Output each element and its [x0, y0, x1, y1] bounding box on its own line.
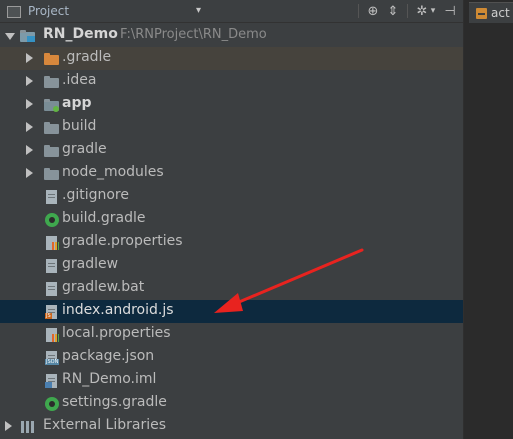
tree-row[interactable]: gradle — [0, 139, 463, 162]
tree-item-label: app — [62, 95, 92, 111]
activity-file-icon — [476, 7, 487, 19]
hide-panel-icon[interactable]: ⊣ — [442, 2, 458, 20]
project-tree: RN_Demo F:\RNProject\RN_Demo .gradle .id… — [0, 24, 463, 439]
tree-item-label: gradle.properties — [62, 233, 183, 249]
root-project-path: F:\RNProject\RN_Demo — [120, 27, 267, 42]
gradle-file-icon — [44, 212, 60, 228]
collapse-all-icon[interactable]: ⇕ — [385, 2, 401, 20]
view-dropdown-chevron-icon[interactable]: ▾ — [196, 5, 201, 16]
tree-item-label: RN_Demo.iml — [62, 371, 157, 387]
library-icon — [20, 419, 36, 435]
expand-arrow-icon[interactable] — [26, 76, 33, 86]
expand-arrow-icon[interactable] — [26, 99, 33, 109]
header-divider — [407, 4, 408, 18]
tree-row[interactable]: .gradle — [0, 47, 463, 70]
text-file-icon — [44, 281, 60, 297]
expand-arrow-icon[interactable] — [5, 421, 12, 431]
text-file-icon — [44, 258, 60, 274]
tree-item-label: build.gradle — [62, 210, 146, 226]
crosshair-icon[interactable]: ⊕ — [365, 2, 381, 20]
folder-icon — [44, 120, 60, 136]
tree-row[interactable]: app — [0, 93, 463, 116]
collapse-arrow-icon[interactable] — [5, 33, 15, 40]
text-file-icon — [44, 189, 60, 205]
properties-file-icon — [44, 235, 60, 251]
tree-row[interactable]: build — [0, 116, 463, 139]
tree-row[interactable]: .idea — [0, 70, 463, 93]
folder-icon — [44, 74, 60, 90]
gradle-file-icon — [44, 396, 60, 412]
json-file-icon: JSON — [44, 350, 60, 366]
settings-dropdown-chevron-icon[interactable]: ▾ — [428, 2, 438, 20]
tree-item-label: index.android.js — [62, 302, 174, 318]
tree-item-label: External Libraries — [43, 417, 166, 433]
folder-icon — [44, 166, 60, 182]
folder-icon — [44, 143, 60, 159]
expand-arrow-icon[interactable] — [26, 168, 33, 178]
tree-item-label: package.json — [62, 348, 155, 364]
editor-tab-label: act — [491, 6, 510, 20]
tree-item-label: gradlew — [62, 256, 119, 272]
tree-row-selected[interactable]: JS index.android.js — [0, 300, 463, 323]
module-folder-icon — [20, 28, 36, 44]
iml-file-icon — [44, 373, 60, 389]
tree-row[interactable]: RN_Demo.iml — [0, 369, 463, 392]
expand-arrow-icon[interactable] — [26, 122, 33, 132]
tree-item-label: .gradle — [62, 49, 112, 65]
properties-file-icon — [44, 327, 60, 343]
editor-tab-strip: act — [463, 0, 513, 439]
expand-arrow-icon[interactable] — [26, 145, 33, 155]
tree-row-external-libraries[interactable]: External Libraries — [0, 415, 463, 438]
js-file-icon: JS — [44, 304, 60, 320]
header-divider — [358, 4, 359, 18]
folder-icon — [44, 51, 60, 67]
tree-row[interactable]: JSON package.json — [0, 346, 463, 369]
expand-arrow-icon[interactable] — [26, 53, 33, 63]
tree-row-root[interactable]: RN_Demo F:\RNProject\RN_Demo — [0, 24, 463, 47]
tree-row[interactable]: gradle.properties — [0, 231, 463, 254]
tree-item-label: .gitignore — [62, 187, 129, 203]
module-folder-icon — [44, 97, 60, 113]
tree-row[interactable]: node_modules — [0, 162, 463, 185]
tree-item-label: settings.gradle — [62, 394, 167, 410]
tree-item-label: build — [62, 118, 97, 134]
tree-row[interactable]: local.properties — [0, 323, 463, 346]
tree-item-label: .idea — [62, 72, 97, 88]
project-view-icon — [7, 5, 21, 18]
tree-item-label: local.properties — [62, 325, 171, 341]
tree-item-label: gradle — [62, 141, 107, 157]
tree-row[interactable]: .gitignore — [0, 185, 463, 208]
tree-row[interactable]: gradlew.bat — [0, 277, 463, 300]
tree-item-label: gradlew.bat — [62, 279, 145, 295]
project-panel-header: Project ▾ ⊕ ⇕ ✲ ▾ ⊣ — [0, 0, 463, 23]
root-project-name: RN_Demo — [43, 26, 118, 42]
tree-row[interactable]: settings.gradle — [0, 392, 463, 415]
panel-title[interactable]: Project — [28, 4, 69, 18]
tree-row[interactable]: gradlew — [0, 254, 463, 277]
tree-row[interactable]: build.gradle — [0, 208, 463, 231]
editor-tab[interactable]: act — [469, 2, 513, 23]
tree-item-label: node_modules — [62, 164, 164, 180]
